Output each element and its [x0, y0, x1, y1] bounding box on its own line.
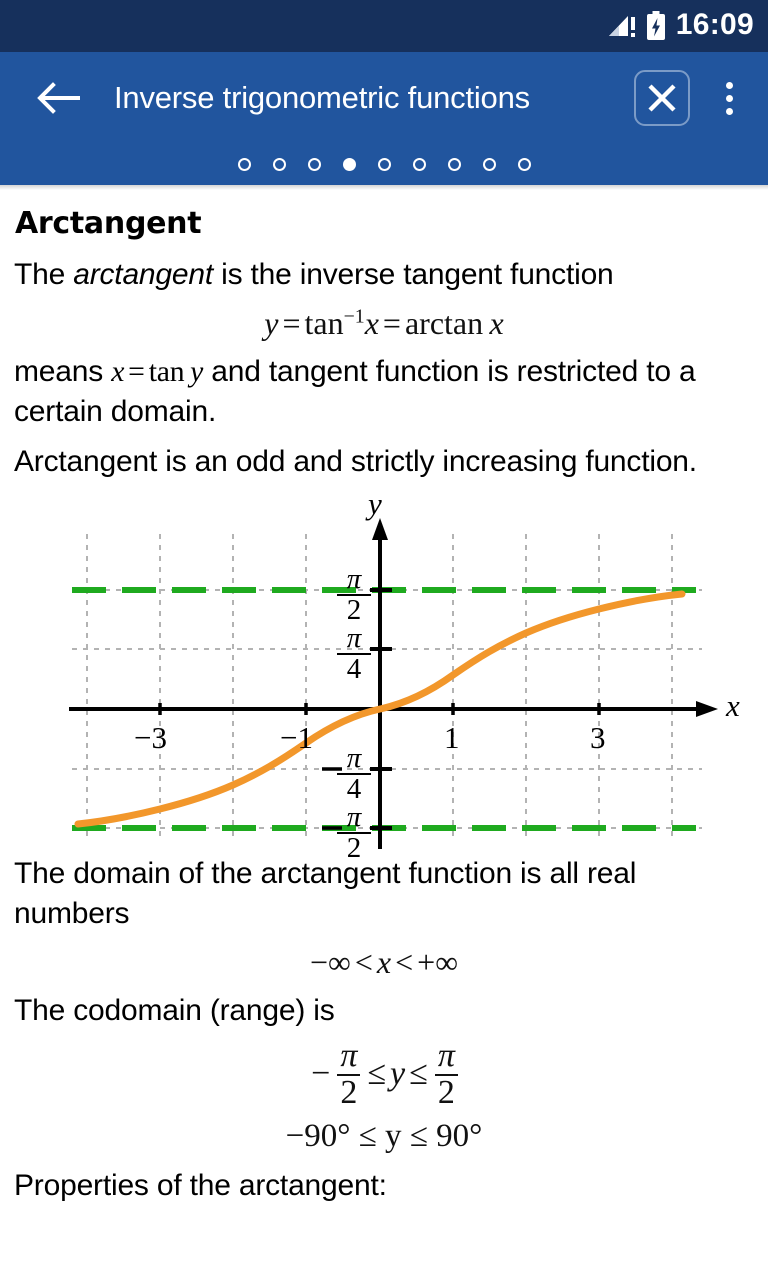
y-tick-numerator: π [346, 563, 362, 596]
y-tick-denominator: 4 [337, 773, 371, 804]
formula-equals-2: = [382, 304, 401, 341]
x-axis-label: x [726, 688, 740, 724]
pager-dot-6[interactable] [447, 158, 461, 171]
y-tick-numerator: π [346, 622, 362, 655]
formula-tan: tan [304, 304, 344, 341]
section-heading: Arctangent [15, 206, 202, 241]
overflow-menu-icon [725, 94, 733, 102]
close-button[interactable] [634, 70, 690, 126]
paragraph-codomain: The codomain (range) is [14, 993, 335, 1027]
close-icon [648, 84, 676, 112]
paragraph-domain: The domain of the arctangent function is… [14, 857, 637, 931]
arctangent-graph-svg [69, 518, 718, 850]
back-arrow-icon [37, 82, 80, 114]
paragraph-definition-emphasis: arctangent [73, 258, 214, 291]
paragraph-means: means x = tan y and tangent function is re… [14, 352, 756, 432]
y-tick-label-neg-pi-over-2: π 2 [337, 803, 371, 863]
formula-codomain-frac-left: π2 [337, 1036, 361, 1111]
formula-exponent: −1 [343, 305, 365, 328]
inline-equals: = [128, 355, 145, 388]
formula-domain-rhs: +∞ [417, 943, 458, 980]
y-axis-label: y [368, 486, 382, 522]
pager-dot-1[interactable] [272, 158, 286, 171]
formula-codomain-num-right: π [437, 1036, 455, 1074]
formula-arctan-definition: y = tan−1x = arctan x [12, 305, 756, 342]
back-button[interactable] [30, 69, 88, 127]
y-tick-numerator: π [346, 742, 362, 775]
pager-dot-8[interactable] [517, 158, 531, 171]
y-tick-label-pi-over-4: π 4 [337, 624, 371, 684]
formula-x-1: x [364, 304, 379, 341]
signal-no-sim-icon [608, 16, 635, 37]
formula-y: y [264, 304, 279, 341]
formula-codomain-degrees: −90° ≤ y ≤ 90° [285, 1118, 483, 1155]
pager-dots[interactable] [0, 144, 768, 185]
formula-domain-lhs: −∞ [309, 943, 351, 980]
formula-domain-lt-1: < [354, 943, 373, 980]
paragraph-definition-after: is the inverse tangent function [213, 258, 614, 291]
inline-y: y [190, 355, 204, 388]
axes [69, 534, 702, 850]
overflow-menu-button[interactable] [712, 70, 746, 126]
y-tick-label-neg-pi-over-4: π 4 [337, 744, 371, 804]
formula-codomain-minus: − [311, 1055, 331, 1093]
x-tick-label-3: 3 [590, 720, 606, 756]
formula-codomain-le-1: ≤ [367, 1055, 387, 1093]
formula-domain: −∞ < x < +∞ [12, 944, 756, 981]
x-tick-label--3: −3 [134, 720, 167, 756]
overflow-menu-icon [725, 81, 733, 89]
battery-charging-icon [646, 11, 665, 40]
x-tick-label-1: 1 [444, 720, 460, 756]
y-tick-denominator: 4 [337, 653, 371, 684]
paragraph-definition-before: The [14, 258, 74, 291]
y-tick-denominator: 2 [337, 594, 371, 625]
page-title: Inverse trigonometric functions [114, 80, 530, 115]
app-bar: Inverse trigonometric functions [0, 52, 768, 185]
formula-codomain-var: y [390, 1055, 406, 1093]
status-bar: 16:09 [0, 0, 768, 52]
x-tick-label--1: −1 [280, 720, 313, 756]
pager-dot-5[interactable] [412, 158, 426, 171]
formula-codomain: − π 2 ≤ y ≤ π 2 [12, 1036, 756, 1112]
paragraph-means-before: means [14, 354, 112, 388]
status-icons [607, 11, 666, 41]
x-axis-arrow [696, 701, 718, 718]
paragraph-properties: Properties of the arctangent: [14, 1169, 387, 1203]
pager-dot-2[interactable] [307, 158, 321, 171]
pager-dot-3[interactable] [342, 158, 356, 171]
inline-x: x [111, 355, 125, 388]
formula-codomain-den-right: 2 [434, 1073, 458, 1111]
pager-dot-0[interactable] [237, 158, 251, 171]
formula-equals: = [282, 304, 301, 341]
paragraph-definition: The arctangent is the inverse tangent fu… [14, 255, 756, 295]
formula-codomain-frac-right: π2 [434, 1036, 458, 1111]
y-tick-label-pi-over-2: π 2 [337, 565, 371, 625]
formula-x-2: x [489, 304, 504, 341]
arctangent-graph: y x −3 −1 1 3 π 2 π 4 π 4 π 2 [12, 486, 768, 863]
formula-domain-lt-2: < [395, 943, 414, 980]
formula-domain-var: x [376, 943, 392, 980]
y-tick-numerator: π [346, 801, 362, 834]
formula-codomain-den-left: 2 [337, 1073, 361, 1111]
formula-codomain-le-2: ≤ [409, 1055, 428, 1093]
pager-dot-7[interactable] [482, 158, 496, 171]
inline-math-x-equals-tan-y: x = tan y [111, 356, 203, 388]
formula-codomain-num-left: π [340, 1036, 358, 1074]
overflow-menu-icon [725, 107, 733, 115]
pager-dot-4[interactable] [377, 158, 391, 171]
y-tick-denominator: 2 [337, 832, 371, 863]
inline-tan: tan [148, 355, 185, 388]
article-content: Arctangent The arctangent is the inverse… [0, 190, 768, 1203]
paragraph-odd-increasing: Arctangent is an odd and strictly increa… [14, 445, 697, 479]
formula-arctan: arctan [404, 304, 484, 341]
status-time: 16:09 [675, 8, 754, 41]
